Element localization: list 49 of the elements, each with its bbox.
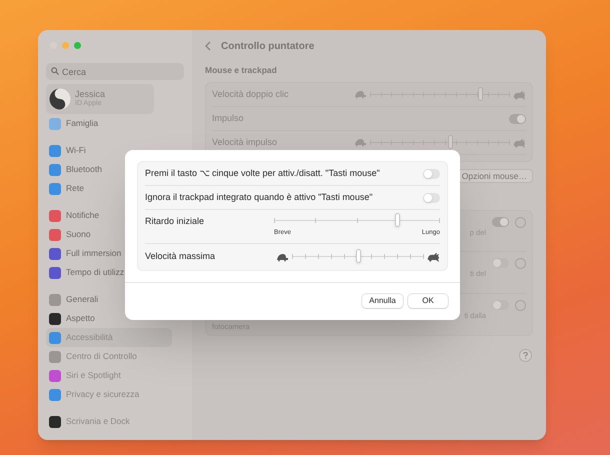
sidebar-item[interactable]: Scrivania e Dock (46, 412, 184, 431)
setting-label: Velocità doppio clic (212, 88, 289, 101)
setting-label: Velocità massima (145, 250, 216, 264)
slider-thumb[interactable] (394, 213, 400, 227)
toggle-switch[interactable] (509, 114, 526, 124)
hare-icon (513, 138, 526, 148)
sidebar-item[interactable]: Suono (46, 225, 184, 244)
sidebar-item[interactable]: Tempo di utilizz (46, 263, 184, 282)
profile-name: Jessica (75, 89, 106, 99)
info-icon[interactable] (515, 217, 526, 228)
tortoise-icon (354, 90, 367, 99)
page-title: Controllo puntatore (221, 40, 314, 54)
sidebar-item[interactable]: Siri e Spotlight (46, 366, 184, 385)
search-field[interactable]: Cerca (46, 63, 184, 80)
dialog-button[interactable]: OK (408, 294, 448, 308)
slider-thumb[interactable] (478, 86, 483, 100)
info-icon[interactable] (515, 258, 526, 270)
avatar-icon (49, 88, 71, 110)
hare-icon (513, 90, 526, 100)
window-control-button[interactable] (74, 42, 81, 48)
toggle-switch[interactable] (423, 192, 440, 202)
toggle-switch[interactable] (492, 258, 509, 268)
search-icon (51, 67, 59, 75)
toggle-switch[interactable] (492, 217, 509, 227)
section-title: Mouse e trackpad (205, 64, 278, 77)
back-chevron-icon[interactable] (205, 41, 211, 51)
dialog-button[interactable]: Annulla (362, 294, 403, 308)
info-icon[interactable] (515, 300, 526, 311)
setting-label: Velocità impulso (212, 136, 278, 149)
question-mark-icon (523, 352, 528, 359)
sidebar-item[interactable]: Generali (46, 290, 184, 309)
sidebar-item[interactable]: Centro di Controllo (46, 347, 184, 366)
slider-thumb[interactable] (448, 134, 454, 148)
setting-label: Impulso (212, 112, 244, 125)
sidebar-item[interactable]: Famiglia (46, 114, 184, 133)
slider-thumb[interactable] (356, 249, 360, 263)
sidebar-item[interactable]: Privacy e sicurezza (46, 385, 184, 404)
sidebar-item[interactable]: Wi-Fi (46, 141, 184, 160)
tortoise-icon (276, 252, 289, 262)
setting-label: Premi il tasto ⌥ cinque volte per attiv./disatt. "Tasti mouse" (145, 166, 380, 180)
toggle-switch[interactable] (423, 168, 440, 178)
toggle-switch[interactable] (492, 300, 509, 310)
help-button[interactable] (519, 349, 532, 362)
tortoise-icon (354, 138, 367, 147)
setting-label: Ignora il trackpad integrato quando è attivo "Tasti mouse" (145, 190, 373, 204)
window-control-button[interactable] (62, 42, 69, 48)
sidebar-item[interactable]: Aspetto (46, 309, 184, 328)
hare-icon (427, 252, 440, 262)
setting-label: Ritardo iniziale (145, 215, 204, 228)
